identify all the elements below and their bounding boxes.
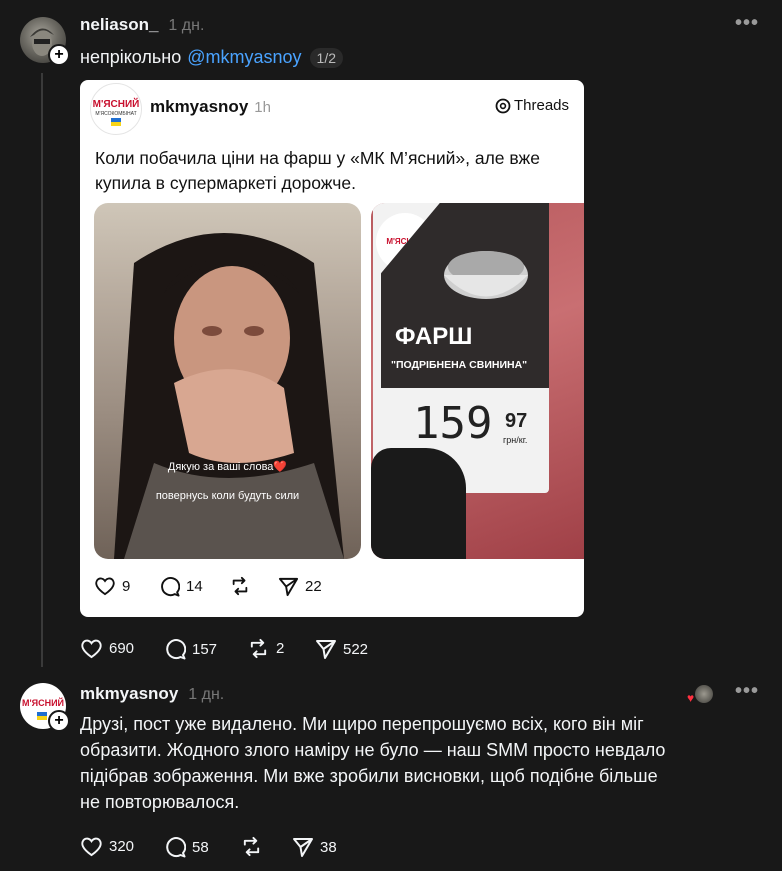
reply-like-button[interactable]: 320 (80, 836, 134, 857)
image1-caption-2: повернусь коли будуть сили (155, 490, 300, 502)
price-unit: грн/кг. (503, 435, 528, 445)
reply-share-button[interactable]: 38 (292, 836, 337, 858)
liked-by-author-indicator: ♥ (687, 685, 713, 705)
reply-time[interactable]: 1 дн. (188, 686, 224, 704)
image1-caption-1: Дякую за ваші слова❤️ (167, 461, 288, 473)
reply-line-1: Друзі, пост уже видалено. Ми щиро перепр… (80, 714, 644, 734)
embedded-post-card[interactable]: М'ЯСНИЙ М'ЯСОКОМБІНАТ mkmyasnoy 1h Threa… (80, 80, 584, 617)
embedded-image-crying-woman[interactable]: Дякую за ваші слова❤️ повернусь коли буд… (94, 203, 361, 559)
photo-woman-illustration (114, 233, 344, 559)
price-main: 159 (413, 398, 493, 449)
post-text: непрікольно @mkmyasnoy 1/2 (80, 47, 343, 68)
reply-shares-count: 38 (320, 838, 337, 856)
small-heart-icon: ♥ (687, 691, 695, 705)
embedded-shares-count: 22 (305, 578, 322, 595)
threads-brand-label: Threads (514, 97, 570, 114)
post-more-options-icon[interactable]: ••• (735, 12, 759, 35)
comment-icon (166, 837, 186, 858)
post-header: neliason_ 1 дн. (80, 15, 204, 35)
repost-icon (250, 638, 267, 659)
embedded-header: mkmyasnoy 1h (150, 97, 271, 117)
post-shares-count: 522 (343, 640, 369, 658)
post-share-button[interactable]: 522 (315, 638, 368, 660)
reply-username[interactable]: mkmyasnoy (80, 684, 178, 704)
reply-line-3: підібрав зображення. Ми вже зробили висн… (80, 766, 658, 786)
embedded-post-text: Коли побачила ціни на фарш у «МК М’ясний… (95, 146, 540, 196)
follow-plus-icon[interactable]: + (48, 44, 70, 66)
reply-text: Друзі, пост уже видалено. Ми щиро перепр… (80, 711, 665, 815)
post-likes-count: 690 (109, 640, 135, 657)
post-comments-count: 157 (192, 640, 218, 658)
embedded-like-button[interactable]: 9 (94, 576, 130, 596)
post-time[interactable]: 1 дн. (168, 17, 204, 35)
post-counter-badge: 1/2 (309, 47, 343, 68)
embedded-text-line-2: купила в супермаркеті дорожче. (95, 173, 356, 193)
heart-icon (81, 837, 102, 857)
ukraine-flag-icon (37, 712, 47, 720)
comment-icon (166, 639, 186, 660)
reply-logo-text: М'ЯСНИЙ (21, 698, 65, 708)
reply-header: mkmyasnoy 1 дн. (80, 684, 224, 704)
logo-text-sub: М'ЯСОКОМБІНАТ (95, 111, 137, 117)
heart-icon (95, 577, 115, 596)
embedded-image-price-tag[interactable]: М'ЯСНИЙ ФАРШ "ПОДРІБНЕНА СВИНИНА" 159 97… (371, 203, 584, 559)
reply-comment-button[interactable]: 58 (164, 836, 209, 858)
post-text-body: непрікольно (80, 47, 182, 67)
reply-repost-button[interactable] (240, 836, 269, 857)
gloved-hand (371, 448, 466, 559)
threads-brand: Threads (495, 97, 569, 114)
embedded-share-button[interactable]: 22 (278, 576, 322, 597)
embedded-comments-count: 14 (186, 578, 203, 595)
thread-connector-line (41, 73, 43, 667)
liker-avatar (695, 685, 713, 703)
post-like-button[interactable]: 690 (80, 638, 134, 659)
embedded-comment-button[interactable]: 14 (159, 576, 203, 597)
embedded-username: mkmyasnoy (150, 97, 249, 116)
threads-logo-icon (495, 98, 511, 113)
comment-icon (161, 577, 180, 597)
reply-line-4: не повторювалося. (80, 792, 240, 812)
follow-plus-icon[interactable]: + (48, 710, 70, 732)
post-username[interactable]: neliason_ (80, 15, 158, 35)
send-icon (293, 838, 313, 857)
reply-line-2: образити. Жодного злого наміру не було —… (80, 740, 666, 760)
post-reposts-count: 2 (276, 640, 285, 657)
send-icon (278, 577, 299, 597)
post-repost-button[interactable]: 2 (247, 638, 284, 659)
embedded-likes-count: 9 (122, 577, 131, 595)
heart-icon (81, 639, 102, 659)
reply-likes-count: 320 (109, 838, 135, 855)
post-comment-button[interactable]: 157 (164, 638, 217, 660)
embedded-repost-button[interactable] (229, 576, 257, 596)
send-icon (316, 640, 336, 659)
price-tag-title: ФАРШ (395, 323, 473, 350)
embedded-text-line-1: Коли побачила ціни на фарш у «МК М’ясний… (95, 148, 540, 168)
mkmyasnoy-logo-avatar: М'ЯСНИЙ М'ЯСОКОМБІНАТ (90, 83, 142, 135)
price-cents: 97 (505, 410, 528, 432)
post-mention-link[interactable]: @mkmyasnoy (187, 47, 301, 68)
reply-comments-count: 58 (192, 838, 209, 856)
ukraine-flag-icon (111, 118, 121, 126)
repost-icon (243, 836, 260, 857)
logo-text-main: М'ЯСНИЙ (92, 99, 140, 110)
repost-icon (232, 576, 248, 596)
embedded-time: 1h (254, 99, 271, 116)
price-tag-subtitle: "ПОДРІБНЕНА СВИНИНА" (391, 359, 528, 371)
reply-more-options-icon[interactable]: ••• (735, 680, 759, 703)
